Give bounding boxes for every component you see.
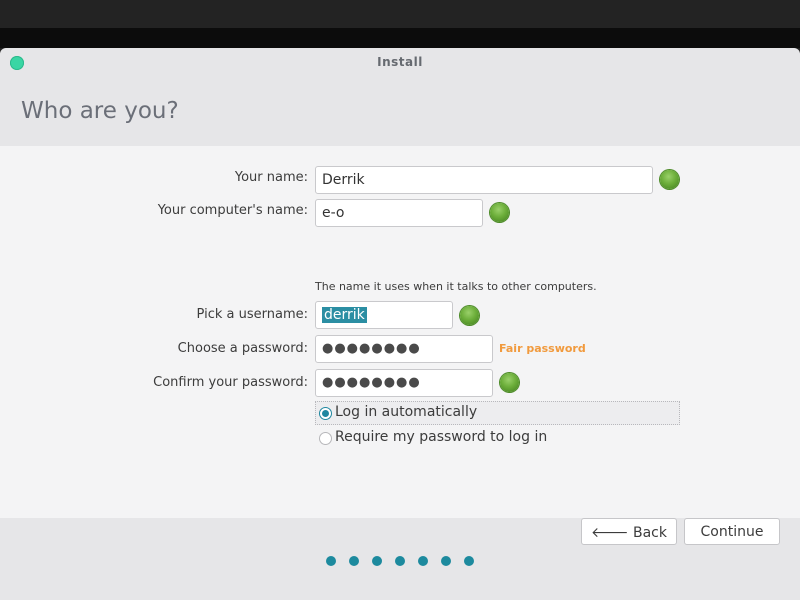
name-valid-icon xyxy=(660,170,679,189)
form-panel: Your name: Derrik Your computer's name: … xyxy=(0,146,800,545)
progress-step-dot xyxy=(464,556,474,566)
computer-name-input[interactable]: e-o xyxy=(315,199,483,227)
installer-window: Install Who are you? Your name: Derrik Y… xyxy=(0,48,800,600)
username-value: derrik xyxy=(322,307,367,323)
progress-step-dot xyxy=(349,556,359,566)
require-password-label[interactable]: Require my password to log in xyxy=(335,429,547,445)
password-label: Choose a password: xyxy=(177,341,308,356)
system-top-bar xyxy=(0,0,800,28)
confirm-password-input[interactable]: ●●●●●●●● xyxy=(315,369,493,397)
confirm-password-label: Confirm your password: xyxy=(153,375,308,390)
progress-step-dot xyxy=(326,556,336,566)
computer-name-label: Your computer's name: xyxy=(157,203,308,218)
require-password-radio[interactable] xyxy=(319,432,332,445)
window-title: Install xyxy=(377,55,423,69)
progress-step-dot xyxy=(441,556,451,566)
page-title: Who are you? xyxy=(21,98,179,124)
continue-button[interactable]: Continue xyxy=(684,518,780,545)
progress-step-dot xyxy=(418,556,428,566)
login-auto-radio[interactable] xyxy=(319,407,332,420)
computer-name-hint: The name it uses when it talks to other … xyxy=(315,280,597,293)
computer-name-valid-icon xyxy=(490,203,509,222)
progress-step-dot xyxy=(395,556,405,566)
name-input[interactable]: Derrik xyxy=(315,166,653,194)
system-top-strip xyxy=(0,28,800,48)
confirm-password-valid-icon xyxy=(500,373,519,392)
username-valid-icon xyxy=(460,306,479,325)
username-input[interactable]: derrik xyxy=(315,301,453,329)
titlebar: Install xyxy=(0,48,800,76)
password-strength: Fair password xyxy=(499,342,586,355)
progress-step-dot xyxy=(372,556,382,566)
username-label: Pick a username: xyxy=(196,307,308,322)
back-button[interactable]: 🡐 Back xyxy=(581,518,677,545)
password-input[interactable]: ●●●●●●●● xyxy=(315,335,493,363)
login-auto-label: Log in automatically xyxy=(335,404,478,420)
name-label: Your name: xyxy=(234,170,308,185)
